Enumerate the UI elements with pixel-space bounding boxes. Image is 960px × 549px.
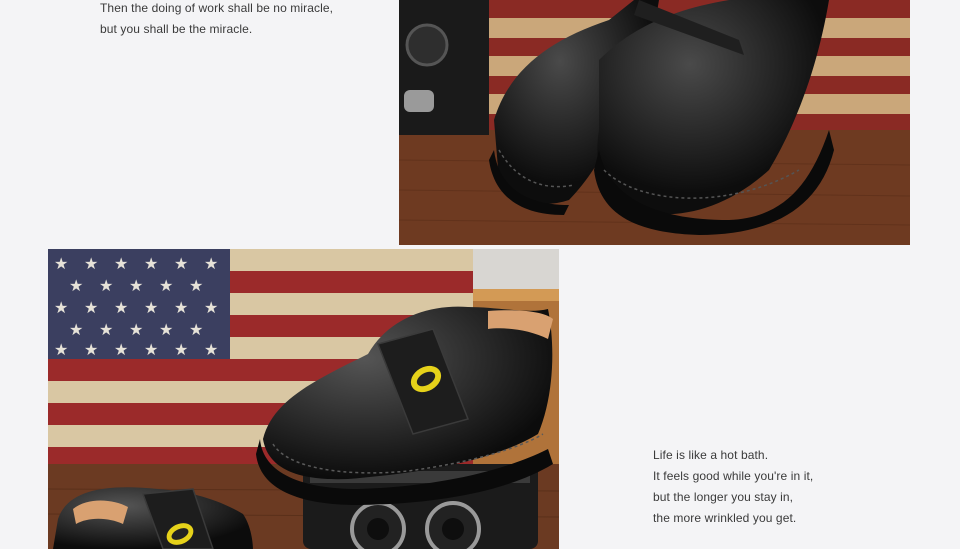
svg-text:★: ★	[99, 320, 113, 339]
svg-text:★: ★	[129, 276, 143, 295]
top-quote-line-2: but you shall be the miracle.	[100, 22, 253, 36]
svg-text:★: ★	[174, 340, 188, 359]
svg-text:★: ★	[174, 298, 188, 317]
svg-text:★: ★	[114, 298, 128, 317]
bottom-quote-line-2: It feels good while you're in it,	[653, 469, 814, 483]
svg-text:★: ★	[144, 340, 158, 359]
shoes-flag-photo: ★ ★ ★ ★ ★ ★ ★ ★ ★ ★ ★ ★ ★ ★ ★ ★ ★ ★ ★ ★ ★ ★ ★ ★ ★ ★ ★ ★	[48, 249, 559, 549]
svg-text:★: ★	[69, 276, 83, 295]
shoe-closeup-photo	[399, 0, 910, 245]
svg-text:★: ★	[54, 254, 68, 273]
svg-text:★: ★	[84, 340, 98, 359]
bottom-quote-line-4: the more wrinkled you get.	[653, 511, 797, 525]
svg-text:★: ★	[144, 298, 158, 317]
bottom-quote: Life is like a hot bath. It feels good w…	[653, 445, 813, 529]
svg-text:★: ★	[129, 320, 143, 339]
svg-text:★: ★	[114, 254, 128, 273]
svg-text:★: ★	[189, 320, 203, 339]
top-quote: Then the doing of work shall be no mirac…	[100, 0, 333, 40]
svg-text:★: ★	[84, 298, 98, 317]
bottom-quote-line-3: but the longer you stay in,	[653, 490, 794, 504]
shoe-closeup-illustration	[399, 0, 910, 245]
svg-text:★: ★	[84, 254, 98, 273]
svg-text:★: ★	[204, 298, 218, 317]
svg-text:★: ★	[69, 320, 83, 339]
shoes-flag-illustration: ★ ★ ★ ★ ★ ★ ★ ★ ★ ★ ★ ★ ★ ★ ★ ★ ★ ★ ★ ★ ★ ★ ★ ★ ★ ★ ★ ★	[48, 249, 559, 549]
svg-text:★: ★	[54, 340, 68, 359]
svg-text:★: ★	[144, 254, 158, 273]
svg-text:★: ★	[204, 254, 218, 273]
top-quote-line-1: Then the doing of work shall be no mirac…	[100, 1, 334, 15]
svg-text:★: ★	[174, 254, 188, 273]
svg-text:★: ★	[54, 298, 68, 317]
svg-text:★: ★	[114, 340, 128, 359]
svg-text:★: ★	[159, 320, 173, 339]
svg-text:★: ★	[204, 340, 218, 359]
bottom-quote-line-1: Life is like a hot bath.	[653, 448, 769, 462]
svg-text:★: ★	[99, 276, 113, 295]
svg-text:★: ★	[159, 276, 173, 295]
svg-text:★: ★	[189, 276, 203, 295]
